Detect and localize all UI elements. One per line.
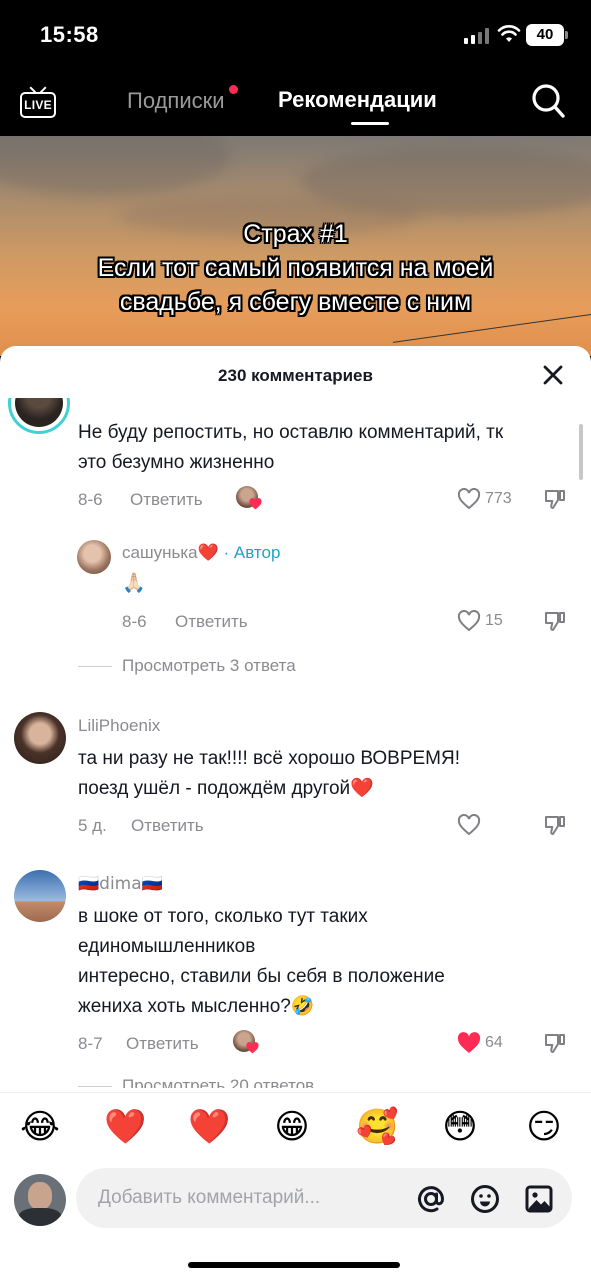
avatar[interactable] [14, 1174, 66, 1226]
comment-username: LiliPhoenix [78, 716, 161, 735]
comment-input-container[interactable] [76, 1168, 572, 1228]
status-time: 15:58 [40, 22, 99, 47]
reply-button[interactable]: Ответить [130, 490, 203, 510]
heart-icon [246, 1042, 259, 1054]
emoji-icon[interactable] [470, 1184, 500, 1214]
power-line [392, 314, 591, 343]
divider [78, 666, 112, 667]
at-icon[interactable] [416, 1184, 446, 1214]
battery-icon: 40 [526, 24, 568, 46]
emoji-button[interactable]: ❤️ [104, 1107, 146, 1147]
reply-button[interactable]: Ответить [175, 612, 248, 632]
dislike-icon[interactable] [543, 610, 567, 632]
comment-text: жениха хоть мысленно?🤣 [78, 996, 315, 1017]
live-icon[interactable]: LIVE [20, 86, 56, 120]
comment-text: это безумно жизненно [78, 452, 275, 473]
emoji-button[interactable]: 😂 [20, 1107, 60, 1147]
heart-icon-liked[interactable] [457, 1032, 481, 1054]
like-count: 15 [485, 612, 503, 629]
live-label: LIVE [20, 92, 56, 118]
video-caption-line-2: Если тот самый появится на моей [97, 254, 494, 282]
comment-text: поезд ушёл - подождём другой❤️ [78, 778, 374, 799]
image-icon[interactable] [524, 1184, 554, 1214]
comment-date: 8-6 [78, 490, 103, 509]
creator-liked-badge [236, 486, 262, 510]
like-count: 64 [485, 1034, 503, 1051]
comments-count-title: 230 комментариев [218, 366, 373, 385]
avatar[interactable] [14, 870, 66, 922]
comment-text: единомышленников [78, 936, 256, 957]
comment-text: Не буду репостить, но оставлю комментари… [78, 422, 504, 443]
tab-following-label: Подписки [127, 88, 225, 113]
comment-date: 5 д. [78, 816, 107, 835]
top-nav: LIVE Подписки Рекомендации [0, 70, 591, 136]
scrollbar[interactable] [579, 424, 583, 480]
emoji-button[interactable]: 😁 [272, 1107, 312, 1147]
divider [78, 1086, 112, 1087]
comment-input-bar [0, 1166, 591, 1280]
comments-list[interactable]: Не буду репостить, но оставлю комментари… [0, 398, 591, 1088]
dislike-icon[interactable] [543, 1032, 567, 1054]
active-tab-indicator [351, 122, 389, 125]
view-replies-button[interactable]: Просмотреть 20 ответов [122, 1076, 314, 1088]
view-replies-button[interactable]: Просмотреть 3 ответа [122, 656, 296, 676]
comment-date: 8-7 [78, 1034, 103, 1053]
dislike-icon[interactable] [543, 488, 567, 510]
tab-for-you[interactable]: Рекомендации [278, 87, 437, 113]
search-icon[interactable] [531, 83, 565, 119]
reply-username: сашунька❤️ · Автор [122, 543, 281, 562]
notification-dot [228, 85, 238, 94]
comment-text: в шоке от того, сколько тут таких [78, 906, 368, 927]
author-tag: · Автор [223, 543, 281, 562]
reply-button[interactable]: Ответить [126, 1034, 199, 1054]
avatar[interactable] [77, 540, 111, 574]
comment-text: та ни разу не так!!!! всё хорошо ВОВРЕМЯ… [78, 748, 460, 769]
status-bar: 15:58 40 [0, 0, 591, 70]
video-caption-line-1: Страх #1 [243, 220, 348, 248]
video-preview[interactable]: Страх #1 Если тот самый появится на моей… [0, 136, 591, 356]
like-count: 773 [485, 490, 512, 507]
reply-text: 🙏🏻 [122, 572, 146, 594]
quick-emoji-bar: 😂 ❤️ ❤️ 😁 🥰 😳 😏 [0, 1092, 591, 1166]
emoji-button[interactable]: ❤️ [188, 1107, 230, 1147]
avatar[interactable] [14, 712, 66, 764]
heart-icon[interactable] [457, 814, 481, 836]
reply-date: 8-6 [122, 612, 147, 631]
emoji-button[interactable]: 😳 [440, 1107, 480, 1147]
heart-icon [249, 498, 262, 510]
signal-icon [464, 28, 490, 44]
emoji-button[interactable]: 😏 [524, 1107, 564, 1147]
wifi-icon [497, 25, 521, 42]
creator-liked-badge [233, 1030, 259, 1054]
reply-button[interactable]: Ответить [131, 816, 204, 836]
heart-icon[interactable] [457, 610, 481, 632]
comment-input[interactable] [98, 1168, 398, 1228]
comment-username: 🇷🇺dima🇷🇺 [78, 874, 163, 894]
dislike-icon[interactable] [543, 814, 567, 836]
close-icon[interactable] [541, 363, 565, 387]
comment-text: интересно, ставили бы себя в положение [78, 966, 445, 987]
tab-following[interactable]: Подписки [127, 85, 238, 114]
emoji-button[interactable]: 🥰 [356, 1107, 398, 1147]
heart-icon[interactable] [457, 488, 481, 510]
avatar[interactable] [8, 398, 70, 434]
home-indicator [188, 1262, 400, 1268]
video-caption-line-3: свадьбе, я сбегу вместе с ним [119, 288, 472, 316]
